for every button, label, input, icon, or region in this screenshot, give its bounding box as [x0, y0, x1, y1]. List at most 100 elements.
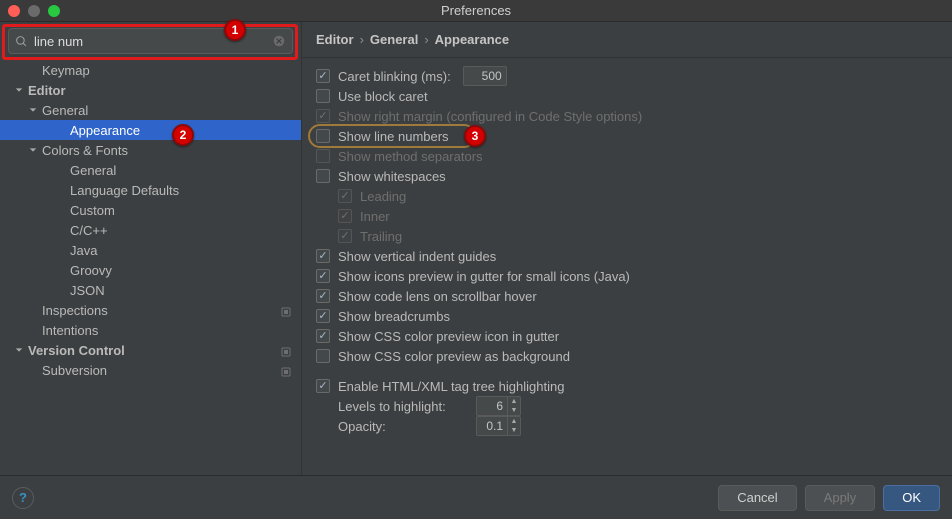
project-scope-icon	[281, 365, 291, 375]
sidebar-item-label: Keymap	[42, 63, 90, 78]
sidebar-item-label: Appearance	[70, 123, 140, 138]
sidebar-item-colors-fonts[interactable]: Colors & Fonts	[0, 140, 301, 160]
close-window-icon[interactable]	[8, 5, 20, 17]
search-input[interactable]	[34, 34, 272, 49]
titlebar: Preferences	[0, 0, 952, 22]
disclosure-icon	[28, 145, 38, 155]
sidebar-item-custom[interactable]: Custom	[0, 200, 301, 220]
sidebar-item-groovy[interactable]: Groovy	[0, 260, 301, 280]
icons-preview-checkbox[interactable]	[316, 269, 330, 283]
cancel-button[interactable]: Cancel	[718, 485, 796, 511]
vertical-indent-checkbox[interactable]	[316, 249, 330, 263]
sidebar-item-label: Editor	[28, 83, 66, 98]
levels-input[interactable]	[477, 399, 507, 413]
opacity-input[interactable]	[477, 419, 507, 433]
caret-blinking-field[interactable]	[463, 66, 507, 86]
disclosure-icon	[28, 325, 38, 335]
levels-field[interactable]: ▲▼	[476, 396, 521, 416]
show-whitespaces-checkbox[interactable]	[316, 169, 330, 183]
chevron-right-icon: ›	[360, 32, 364, 47]
levels-spinner[interactable]: ▲▼	[507, 397, 520, 415]
sidebar-item-label: Language Defaults	[70, 183, 179, 198]
opacity-label: Opacity:	[338, 419, 468, 434]
leading-label: Leading	[360, 189, 406, 204]
window-title: Preferences	[441, 3, 511, 18]
disclosure-icon	[14, 85, 24, 95]
code-lens-checkbox[interactable]	[316, 289, 330, 303]
minimize-window-icon	[28, 5, 40, 17]
show-right-margin-label: Show right margin (configured in Code St…	[338, 109, 642, 124]
sidebar-item-label: Intentions	[42, 323, 98, 338]
spinner-down-icon[interactable]: ▼	[508, 426, 520, 435]
sidebar-item-label: Subversion	[42, 363, 107, 378]
sidebar-item-general[interactable]: General	[0, 160, 301, 180]
caret-blinking-input[interactable]	[464, 69, 506, 83]
chevron-right-icon: ›	[424, 32, 428, 47]
leading-checkbox	[338, 189, 352, 203]
options-list: Caret blinking (ms): Use block caret Sho…	[302, 58, 952, 475]
use-block-caret-checkbox[interactable]	[316, 89, 330, 103]
spinner-up-icon[interactable]: ▲	[508, 397, 520, 406]
css-gutter-label: Show CSS color preview icon in gutter	[338, 329, 559, 344]
sidebar-item-keymap[interactable]: Keymap	[0, 60, 301, 80]
window-controls	[8, 5, 60, 17]
sidebar-item-subversion[interactable]: Subversion	[0, 360, 301, 380]
sidebar-item-label: C/C++	[70, 223, 108, 238]
show-line-numbers-checkbox[interactable]	[316, 129, 330, 143]
sidebar-item-label: Version Control	[28, 343, 125, 358]
clear-search-icon[interactable]	[272, 34, 286, 48]
show-method-separators-label: Show method separators	[338, 149, 483, 164]
sidebar-item-intentions[interactable]: Intentions	[0, 320, 301, 340]
content-panel: Editor › General › Appearance Caret blin…	[302, 22, 952, 475]
sidebar-item-editor[interactable]: Editor	[0, 80, 301, 100]
breadcrumbs-checkbox[interactable]	[316, 309, 330, 323]
opacity-field[interactable]: ▲▼	[476, 416, 521, 436]
trailing-checkbox	[338, 229, 352, 243]
spinner-down-icon[interactable]: ▼	[508, 406, 520, 415]
disclosure-icon	[14, 345, 24, 355]
show-right-margin-checkbox	[316, 109, 330, 123]
code-lens-label: Show code lens on scrollbar hover	[338, 289, 537, 304]
show-method-separators-checkbox	[316, 149, 330, 163]
sidebar-item-language-defaults[interactable]: Language Defaults	[0, 180, 301, 200]
html-highlight-checkbox[interactable]	[316, 379, 330, 393]
disclosure-icon	[56, 285, 66, 295]
ok-button[interactable]: OK	[883, 485, 940, 511]
inner-label: Inner	[360, 209, 390, 224]
trailing-label: Trailing	[360, 229, 402, 244]
footer: ? Cancel Apply OK	[0, 475, 952, 519]
opacity-spinner[interactable]: ▲▼	[507, 417, 520, 435]
apply-button: Apply	[805, 485, 876, 511]
spinner-up-icon[interactable]: ▲	[508, 417, 520, 426]
css-bg-checkbox[interactable]	[316, 349, 330, 363]
help-button[interactable]: ?	[12, 487, 34, 509]
css-gutter-checkbox[interactable]	[316, 329, 330, 343]
sidebar-item-json[interactable]: JSON	[0, 280, 301, 300]
sidebar-item-appearance[interactable]: Appearance	[0, 120, 301, 140]
disclosure-icon	[28, 305, 38, 315]
breadcrumb: Editor › General › Appearance	[302, 22, 952, 58]
search-box[interactable]	[8, 28, 293, 54]
caret-blinking-label: Caret blinking (ms):	[338, 69, 451, 84]
css-bg-label: Show CSS color preview as background	[338, 349, 570, 364]
disclosure-icon	[56, 125, 66, 135]
inner-checkbox	[338, 209, 352, 223]
disclosure-icon	[56, 225, 66, 235]
disclosure-icon	[28, 105, 38, 115]
sidebar-item-general[interactable]: General	[0, 100, 301, 120]
sidebar-item-c-c-[interactable]: C/C++	[0, 220, 301, 240]
disclosure-icon	[56, 205, 66, 215]
breadcrumb-part: General	[370, 32, 418, 47]
sidebar: 1 KeymapEditorGeneralAppearanceColors & …	[0, 22, 302, 475]
project-scope-icon	[281, 345, 291, 355]
preferences-tree[interactable]: Keymap Editor General Appearance Colors & Fo…	[0, 60, 301, 475]
html-highlight-label: Enable HTML/XML tag tree highlighting	[338, 379, 564, 394]
sidebar-item-java[interactable]: Java	[0, 240, 301, 260]
zoom-window-icon[interactable]	[48, 5, 60, 17]
sidebar-item-label: Java	[70, 243, 97, 258]
sidebar-item-version-control[interactable]: Version Control	[0, 340, 301, 360]
caret-blinking-checkbox[interactable]	[316, 69, 330, 83]
sidebar-item-label: General	[42, 103, 88, 118]
levels-label: Levels to highlight:	[338, 399, 468, 414]
sidebar-item-inspections[interactable]: Inspections	[0, 300, 301, 320]
